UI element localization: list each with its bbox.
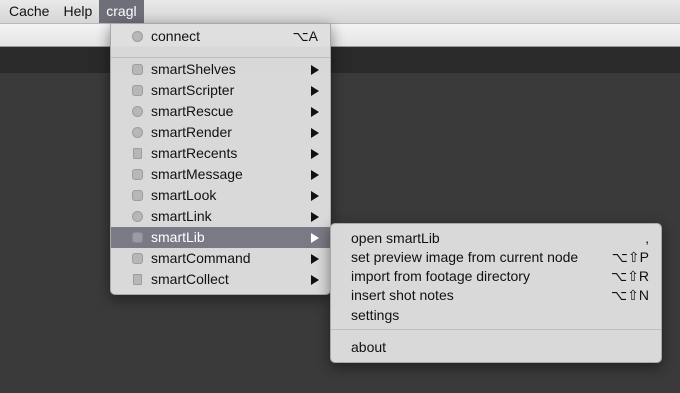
smartlink-icon — [132, 211, 143, 222]
menu-item-smartscripter[interactable]: smartScripter — [111, 80, 330, 101]
submenu-arrow-icon — [311, 128, 319, 138]
menu-item-label: connect — [151, 28, 201, 44]
menu-item-label: smartLink — [151, 208, 212, 224]
menu-item-label: smartScripter — [151, 82, 235, 98]
menu-item-connect[interactable]: connect ⌥A — [111, 26, 330, 47]
submenu-arrow-icon — [311, 233, 319, 243]
shortcut-label: ⌥A — [292, 28, 318, 44]
menu-separator — [111, 57, 330, 58]
menu-item-label: smartShelves — [151, 61, 236, 77]
menu-item-smartmessage[interactable]: smartMessage — [111, 164, 330, 185]
menu-item-label: smartRecents — [151, 145, 238, 161]
connect-icon — [132, 31, 143, 42]
menu-item-smartlook[interactable]: smartLook — [111, 185, 330, 206]
menu-cache[interactable]: Cache — [0, 0, 56, 23]
smartmessage-icon — [132, 169, 143, 180]
menu-item-smartrecents[interactable]: smartRecents — [111, 143, 330, 164]
smartcommand-icon — [132, 253, 143, 264]
cragl-dropdown-menu: connect ⌥A smartShelves smartScripter sm… — [110, 23, 331, 295]
menu-item-smartshelves[interactable]: smartShelves — [111, 59, 330, 80]
submenu-item-set-preview-image[interactable]: set preview image from current node ⌥⇧P — [331, 247, 661, 267]
submenu-arrow-icon — [311, 191, 319, 201]
menu-item-smartlib[interactable]: smartLib — [111, 227, 330, 248]
menu-separator — [331, 329, 661, 330]
menu-item-label: smartLib — [151, 229, 205, 245]
submenu-arrow-icon — [311, 275, 319, 285]
smartcollect-icon — [133, 274, 142, 285]
menu-cragl[interactable]: cragl — [99, 0, 144, 23]
panel-header-band — [0, 47, 680, 73]
shortcut-label: , — [645, 230, 649, 246]
menu-item-label: smartLook — [151, 187, 217, 203]
menu-item-label: smartCommand — [151, 250, 251, 266]
submenu-arrow-icon — [311, 212, 319, 222]
menu-item-smartcollect[interactable]: smartCollect — [111, 269, 330, 290]
submenu-item-label: set preview image from current node — [351, 249, 579, 265]
folder-icon — [132, 232, 143, 243]
menu-item-label: smartCollect — [151, 271, 229, 287]
smartlook-icon — [132, 190, 143, 201]
submenu-item-insert-shot-notes[interactable]: insert shot notes ⌥⇧N — [331, 285, 661, 305]
submenu-item-open-smartlib[interactable]: open smartLib , — [331, 228, 661, 248]
smartlib-submenu: open smartLib , set preview image from c… — [330, 223, 662, 363]
submenu-item-label: about — [351, 339, 387, 355]
submenu-item-about[interactable]: about — [331, 337, 661, 357]
submenu-arrow-icon — [311, 254, 319, 264]
smartshelves-icon — [132, 64, 143, 75]
submenu-arrow-icon — [311, 86, 319, 96]
shortcut-label: ⌥⇧N — [611, 287, 649, 303]
smartrescue-icon — [132, 106, 143, 117]
menu-item-smartcommand[interactable]: smartCommand — [111, 248, 330, 269]
menu-item-smartrender[interactable]: smartRender — [111, 122, 330, 143]
submenu-item-import-footage[interactable]: import from footage directory ⌥⇧R — [331, 266, 661, 286]
shortcut-label: ⌥⇧P — [611, 249, 649, 265]
menubar: Cache Help cragl — [0, 0, 680, 24]
submenu-arrow-icon — [311, 170, 319, 180]
shortcut-label: ⌥⇧R — [611, 268, 649, 284]
submenu-item-label: open smartLib — [351, 230, 440, 246]
submenu-item-settings[interactable]: settings — [331, 305, 661, 325]
toolbar-strip — [0, 24, 680, 47]
menu-item-smartrescue[interactable]: smartRescue — [111, 101, 330, 122]
submenu-arrow-icon — [311, 149, 319, 159]
menu-item-smartlink[interactable]: smartLink — [111, 206, 330, 227]
submenu-item-label: import from footage directory — [351, 268, 530, 284]
menu-item-label: smartRescue — [151, 103, 234, 119]
submenu-item-label: settings — [351, 307, 400, 323]
menu-item-label: smartMessage — [151, 166, 243, 182]
submenu-item-label: insert shot notes — [351, 287, 454, 303]
smartscripter-icon — [132, 85, 143, 96]
menu-item-label: smartRender — [151, 124, 232, 140]
smartrender-icon — [132, 127, 143, 138]
smartrecents-icon — [133, 148, 142, 159]
submenu-arrow-icon — [311, 107, 319, 117]
submenu-arrow-icon — [311, 65, 319, 75]
menu-help[interactable]: Help — [56, 0, 99, 23]
